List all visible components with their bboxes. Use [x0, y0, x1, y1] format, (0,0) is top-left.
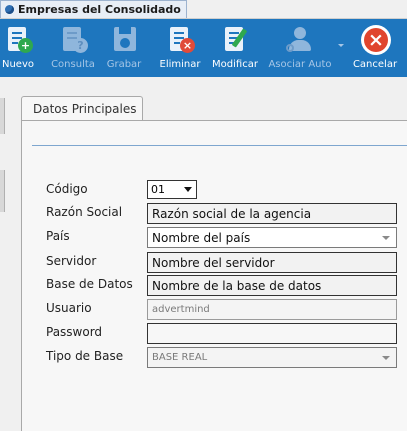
- chevron-down-icon: [382, 356, 390, 360]
- eliminar-button[interactable]: × Eliminar: [157, 19, 203, 77]
- modificar-label: Modificar: [212, 59, 258, 70]
- razon-social-value: Razón social de la agencia: [152, 207, 312, 221]
- query-document-icon: ?: [58, 24, 88, 56]
- tipo-base-value: BASE REAL: [152, 352, 208, 363]
- delete-document-icon: ×: [165, 24, 195, 56]
- chevron-down-icon: [184, 187, 192, 192]
- pais-value: Nombre del país: [152, 231, 251, 245]
- codigo-label: Código: [46, 182, 88, 196]
- password-label: Password: [46, 325, 103, 339]
- consulta-label: Consulta: [51, 59, 95, 70]
- save-disk-icon: [109, 24, 139, 56]
- tipo-base-combo[interactable]: BASE REAL: [147, 347, 397, 368]
- toolbar: + Nuevo ? Consulta Grabar × Eliminar Mod…: [0, 19, 407, 77]
- base-datos-label: Base de Datos: [46, 277, 133, 291]
- title-bar: Empresas del Consolidado: [0, 0, 407, 19]
- base-datos-value: Nombre de la base de datos: [152, 279, 322, 293]
- grabar-button[interactable]: Grabar: [105, 19, 143, 77]
- servidor-field[interactable]: Nombre del servidor: [147, 252, 397, 273]
- tab-panel: Código 01 Razón Social Razón social de l…: [21, 120, 407, 431]
- cancelar-label: Cancelar: [352, 59, 398, 70]
- usuario-value: advertmind: [152, 304, 210, 315]
- user-link-icon: [285, 24, 315, 56]
- consulta-button[interactable]: ? Consulta: [47, 19, 99, 77]
- razon-social-field[interactable]: Razón social de la agencia: [147, 203, 397, 224]
- usuario-label: Usuario: [46, 301, 92, 315]
- cancelar-button[interactable]: × Cancelar: [352, 19, 398, 77]
- side-panel-fragment: [0, 98, 5, 134]
- window-tab[interactable]: Empresas del Consolidado: [0, 0, 187, 18]
- content-area: Datos Principales Código 01 Razón Social…: [0, 78, 407, 431]
- tab-label: Datos Principales: [33, 102, 137, 116]
- pais-label: País: [46, 229, 70, 243]
- edit-document-icon: [220, 24, 250, 56]
- password-field[interactable]: [147, 323, 397, 344]
- side-panel-fragment: [0, 170, 5, 212]
- new-document-icon: +: [3, 24, 33, 56]
- nuevo-label: Nuevo: [1, 59, 34, 70]
- asociar-dropdown-chevron-icon[interactable]: [338, 44, 344, 47]
- asociar-auto-label: Asociar Auto: [268, 59, 332, 70]
- servidor-value: Nombre del servidor: [152, 256, 275, 270]
- servidor-label: Servidor: [46, 254, 97, 268]
- pais-combo[interactable]: Nombre del país: [147, 227, 397, 248]
- tipo-base-label: Tipo de Base: [46, 349, 124, 363]
- codigo-select[interactable]: 01: [147, 180, 197, 199]
- asociar-auto-button[interactable]: Asociar Auto: [266, 19, 334, 77]
- eliminar-label: Eliminar: [159, 59, 201, 70]
- chevron-down-icon: [382, 236, 390, 240]
- nuevo-button[interactable]: + Nuevo: [0, 19, 36, 77]
- section-divider: [32, 145, 407, 146]
- grabar-label: Grabar: [106, 59, 142, 70]
- app-icon: [5, 5, 14, 14]
- cancel-icon: ×: [360, 24, 391, 56]
- codigo-value: 01: [151, 183, 165, 196]
- usuario-field[interactable]: advertmind: [147, 299, 397, 320]
- base-datos-field[interactable]: Nombre de la base de datos: [147, 275, 397, 296]
- razon-social-label: Razón Social: [46, 205, 123, 219]
- tab-datos-principales[interactable]: Datos Principales: [21, 96, 143, 121]
- window-title: Empresas del Consolidado: [18, 3, 181, 16]
- modificar-button[interactable]: Modificar: [210, 19, 260, 77]
